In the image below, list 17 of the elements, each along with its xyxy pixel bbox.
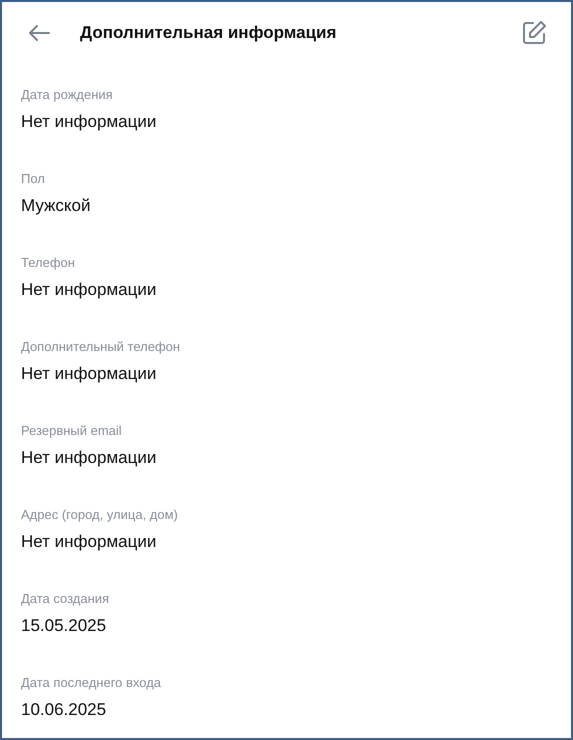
field-label: Пол bbox=[21, 170, 46, 188]
field-value: Нет информации bbox=[21, 111, 158, 133]
field-value: Нет информации bbox=[21, 447, 158, 469]
field-label: Дата создания bbox=[21, 590, 110, 608]
field-label: Резервный email bbox=[21, 422, 123, 440]
field-label: Телефон bbox=[21, 254, 76, 272]
field-value: 15.05.2025 bbox=[21, 615, 108, 637]
field-value: 10.06.2025 bbox=[21, 699, 108, 721]
field-label: Дополнительный телефон bbox=[21, 338, 182, 356]
field-value: Нет информации bbox=[21, 279, 158, 301]
field-value: Мужской bbox=[21, 195, 92, 217]
screen-title: Дополнительная информация bbox=[80, 22, 338, 44]
field-value: Нет информации bbox=[21, 531, 158, 553]
field-label: Дата последнего входа bbox=[21, 674, 162, 692]
field-label: Адрес (город, улица, дом) bbox=[21, 506, 179, 524]
field-value: Нет информации bbox=[21, 363, 158, 385]
field-label: Дата рождения bbox=[21, 86, 114, 104]
